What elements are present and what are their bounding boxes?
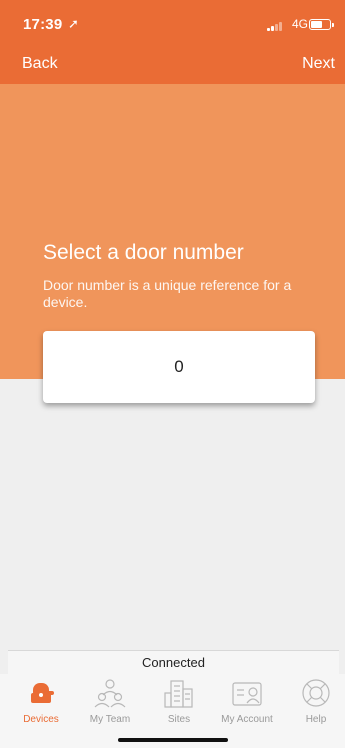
door-number-value: 0 [174,357,184,376]
top-bar: 17:39 ➚ 4G Back Next [0,0,345,84]
status-bar: 17:39 ➚ 4G [0,0,345,44]
next-button[interactable]: Next [302,55,335,73]
network-type: 4G [291,17,308,31]
back-button[interactable]: Back [22,55,58,73]
door-number-input[interactable]: 0 [43,331,315,403]
tab-label: Devices [23,714,59,725]
tab-sites[interactable]: Sites [148,677,210,725]
tab-label: Sites [167,714,191,725]
tab-help[interactable]: Help [285,677,345,725]
tab-my-account[interactable]: My Account [216,677,278,725]
tab-bar: Devices My Team Sites My Account Help [0,674,345,748]
team-icon [94,679,126,708]
connection-status: Connected [8,650,339,675]
help-icon [302,679,330,707]
tab-label: My Account [221,714,273,725]
page-subtitle: Door number is a unique reference for a … [43,277,292,310]
battery-icon [309,19,334,30]
devices-icon [31,683,54,703]
tab-label: Help [305,714,327,725]
tab-label: My Team [89,714,131,725]
account-icon [232,682,262,706]
home-indicator [118,738,228,742]
status-time: 17:39 [23,16,63,33]
signal-icon [267,21,285,31]
tab-my-team[interactable]: My Team [79,677,141,725]
location-icon: ➚ [68,16,79,31]
sites-icon [164,680,193,708]
tab-devices[interactable]: Devices [10,677,72,725]
page-title: Select a door number [43,241,244,264]
